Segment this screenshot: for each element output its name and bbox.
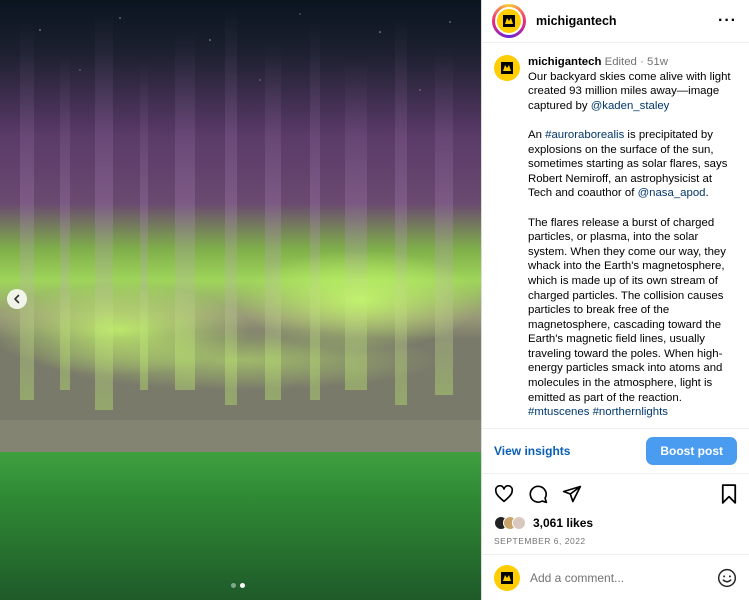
post-age[interactable]: 51w <box>647 56 668 68</box>
caption-text-run: The flares release a burst of charged pa… <box>528 216 730 404</box>
post-caption: michigantech Edited · 51w Our backyard sk… <box>528 55 737 428</box>
profile-avatar[interactable] <box>492 4 526 38</box>
caption-paragraph: An #auroraborealis is precipitated by ex… <box>528 128 737 201</box>
liker-avatar <box>512 516 526 530</box>
previous-slide-button[interactable] <box>7 289 27 309</box>
caption-text-run: . <box>705 187 709 200</box>
smiley-icon[interactable] <box>717 568 737 588</box>
caption-link[interactable]: #northernlights <box>593 406 668 418</box>
view-insights-link[interactable]: View insights <box>494 444 570 458</box>
caption-text: The flares release a burst of charged pa… <box>528 217 729 419</box>
comment-input[interactable]: Add a comment... <box>530 571 707 585</box>
edited-label: Edited <box>604 56 637 68</box>
liker-avatars <box>494 516 526 530</box>
commenter-avatar <box>494 564 520 591</box>
caption-username[interactable]: michigantech <box>528 56 601 68</box>
comment-bar: Add a comment... <box>482 554 749 600</box>
bookmark-icon[interactable] <box>721 484 737 504</box>
caption-link[interactable]: @kaden_staley <box>591 100 670 112</box>
caption-paragraph: michigantech Edited · 51w Our backyard sk… <box>528 56 734 112</box>
boost-post-button[interactable]: Boost post <box>646 437 737 465</box>
more-options-icon[interactable]: ··· <box>718 13 737 29</box>
caption-link[interactable]: #auroraborealis <box>545 129 624 141</box>
husky-logo-icon <box>501 571 513 584</box>
husky-logo-icon <box>503 15 515 27</box>
header-username[interactable]: michigantech <box>536 14 617 28</box>
carousel-dot-active <box>240 583 245 588</box>
comment-icon[interactable] <box>528 484 548 504</box>
caption-text: Our backyard skies come alive with light… <box>528 71 734 112</box>
insights-bar: View insights Boost post <box>482 429 749 474</box>
heart-icon[interactable] <box>494 485 514 503</box>
action-bar <box>482 474 749 514</box>
post-header: michigantech ··· <box>482 0 749 43</box>
aurora-photo <box>0 0 481 600</box>
post-media <box>0 0 481 600</box>
likes-row: 3,061 likes <box>482 514 749 532</box>
carousel-dot <box>231 583 236 588</box>
caption-link[interactable]: @nasa_apod <box>638 187 706 199</box>
caption-text: An #auroraborealis is precipitated by ex… <box>528 129 731 199</box>
caption-link[interactable]: #mtuscenes <box>528 406 589 418</box>
caption-text-run: An <box>528 128 546 141</box>
caption-section: michigantech Edited · 51w Our backyard sk… <box>482 43 749 429</box>
post-details-panel: michigantech ··· michigantech Edited · 5… <box>481 0 749 600</box>
carousel-indicator <box>231 583 245 588</box>
chevron-left-icon <box>14 294 20 304</box>
post-date: SEPTEMBER 6, 2022 <box>494 536 586 546</box>
likes-count[interactable]: 3,061 likes <box>533 516 593 530</box>
caption-avatar[interactable] <box>494 55 520 81</box>
husky-logo-icon <box>501 62 513 74</box>
paper-plane-icon[interactable] <box>562 484 582 504</box>
caption-paragraph: The flares release a burst of charged pa… <box>528 216 737 420</box>
